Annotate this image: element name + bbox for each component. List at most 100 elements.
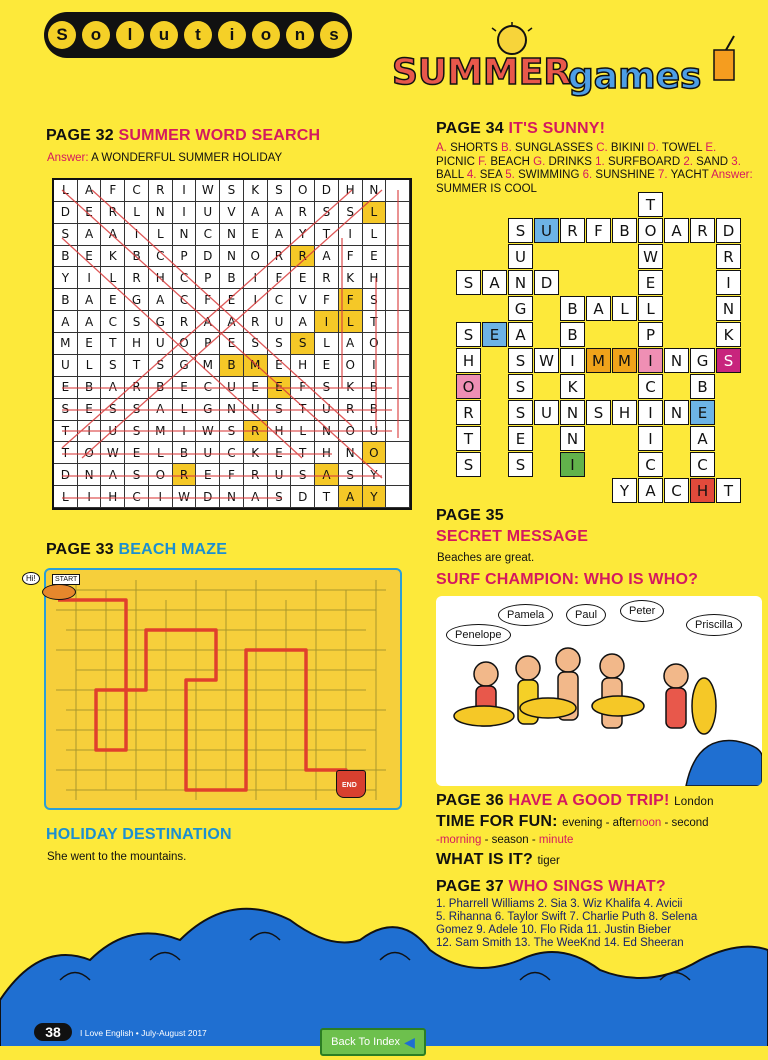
solutions-letter: u: [150, 21, 178, 49]
p33-title: BEACH MAZE: [118, 541, 228, 558]
crossword-cell: H: [456, 348, 481, 373]
crossword-cell: A: [482, 270, 507, 295]
crossword-cell: B: [560, 296, 585, 321]
p34-answer-key: 2.: [683, 155, 697, 168]
crossword-cell: R: [716, 244, 741, 269]
maze-start-label: START: [52, 574, 81, 585]
holiday-title: HOLIDAY DESTINATION: [46, 826, 232, 843]
crossword-cell: S: [508, 452, 533, 477]
crossword-cell: D: [716, 218, 741, 243]
crossword-cell: N: [716, 296, 741, 321]
p34-answer-word: DRINKS: [548, 155, 596, 168]
crossword-cell: I: [638, 400, 663, 425]
crossword-cell: D: [534, 270, 559, 295]
solutions-letter: s: [320, 21, 348, 49]
p34-answer-word: SAND: [696, 155, 732, 168]
back-to-index-button[interactable]: Back To Index ◀: [320, 1028, 426, 1056]
solutions-letter: n: [286, 21, 314, 49]
solutions-letter: o: [252, 21, 280, 49]
crossword-cell: K: [560, 374, 585, 399]
fun-part: noon: [635, 817, 662, 829]
crossword-cell: T: [716, 478, 741, 503]
crossword-cell: S: [508, 348, 533, 373]
p34-answer-word: BEACH: [490, 155, 534, 168]
crossword-cell: H: [612, 400, 637, 425]
p34-answer-word: BALL: [436, 169, 467, 181]
crossword-cell: N: [560, 400, 585, 425]
crossword-cell: P: [638, 322, 663, 347]
p36-fun-answer-2: -morning - season - minute: [436, 834, 573, 846]
p34-answer-key: B.: [500, 142, 516, 154]
solutions-letter: t: [184, 21, 212, 49]
p34-answer-key: E.: [705, 142, 717, 154]
p34-answer-key: 6.: [582, 169, 596, 181]
p34-answer-key: 3.: [731, 155, 741, 168]
crossword-cell: A: [638, 478, 663, 503]
crossword-cell: T: [638, 192, 663, 217]
p34-answer-key: C.: [596, 142, 611, 154]
crossword-cell: B: [690, 374, 715, 399]
crossword-cell: S: [456, 270, 481, 295]
p34-answer-key: A.: [436, 142, 451, 154]
maze-fish-start: Hi! START: [20, 570, 81, 606]
crossword-cell: E: [508, 426, 533, 451]
p36-what-answer: tiger: [537, 855, 560, 867]
fish-icon: [42, 584, 76, 600]
crossword-cell: B: [612, 218, 637, 243]
p32-answer-label: Answer:: [47, 152, 89, 164]
fun-part: evening - after: [562, 817, 636, 829]
crossword-cell: I: [560, 348, 585, 373]
crossword-cell: O: [456, 374, 481, 399]
p34-answer-word: BIKINI: [610, 142, 648, 154]
p34-answer-key: F.: [478, 155, 491, 168]
summer-games-logo: SUMMER games: [388, 22, 748, 104]
solutions-letter: o: [82, 21, 110, 49]
crossword-cell: S: [508, 400, 533, 425]
crossword-cell: Y: [612, 478, 637, 503]
crossword-cell: H: [690, 478, 715, 503]
p35-surf-title: SURF CHAMPION: WHO IS WHO?: [436, 571, 699, 588]
crossword-cell: N: [664, 400, 689, 425]
back-to-index-label: Back To Index: [331, 1036, 401, 1048]
crossword-cell: N: [560, 426, 585, 451]
crossword-cell: S: [456, 452, 481, 477]
crossword-cell: R: [690, 218, 715, 243]
crossword-cell: U: [534, 218, 559, 243]
maze-end-label: END: [342, 782, 357, 789]
p34-answer-word: SUNSHINE: [595, 169, 659, 181]
p34-answer-word: SHORTS: [450, 142, 501, 154]
p32-answer-line: Answer: A WONDERFUL SUMMER HOLIDAY: [47, 152, 282, 164]
name-penelope: Penelope: [446, 624, 511, 646]
word-search-lines: [61, 189, 399, 499]
p36-fun-line: TIME FOR FUN: evening - afternoon - seco…: [436, 813, 709, 831]
solutions-title: Solutions: [48, 21, 348, 49]
p32-title: SUMMER WORD SEARCH: [118, 127, 321, 144]
crossword-cell: R: [456, 400, 481, 425]
page-number: 38: [34, 1023, 72, 1041]
p34-answer-word: SUNGLASSES: [515, 142, 597, 154]
p34-final-answer-label: Answer:: [711, 169, 753, 181]
crossword-cell: C: [664, 478, 689, 503]
crossword-cell: C: [638, 452, 663, 477]
crossword-cell: E: [482, 322, 507, 347]
p34-answer-word: TOWEL: [661, 142, 706, 154]
crossword-cell: W: [638, 244, 663, 269]
crossword-cell: I: [716, 270, 741, 295]
crossword-cell: A: [690, 426, 715, 451]
crossword-cell: G: [690, 348, 715, 373]
p34-answer-key: 5.: [505, 169, 519, 181]
maze-bucket-end: END: [334, 766, 370, 800]
solutions-letter: l: [116, 21, 144, 49]
solutions-banner: Solutions: [44, 12, 352, 58]
crossword-cell: F: [586, 218, 611, 243]
crossword-cell: L: [612, 296, 637, 321]
p35-page: PAGE 35: [436, 507, 504, 524]
crossword-cell: U: [534, 400, 559, 425]
crossword-cell: L: [638, 296, 663, 321]
crossword-cell: S: [456, 322, 481, 347]
crossword-cell: O: [638, 218, 663, 243]
p34-answer-word: SEA: [479, 169, 506, 181]
svg-text:SUMMER: SUMMER: [392, 52, 571, 93]
crossword: SURFBOARDTOWELDRINKSSANDBALLSUNGLASSESSE…: [430, 192, 750, 503]
p36-heading: PAGE 36 HAVE A GOOD TRIP! London: [436, 792, 714, 810]
